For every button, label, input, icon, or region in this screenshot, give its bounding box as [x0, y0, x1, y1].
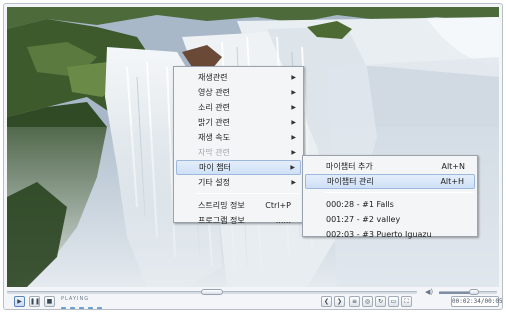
window-button[interactable]: ▭ [388, 296, 399, 307]
menu-item-program-info[interactable]: 프로그램 정보...... [176, 213, 301, 228]
volume-slider[interactable] [439, 291, 497, 294]
status-label: PLAYING [61, 296, 90, 302]
menu-item-speed[interactable]: 재생 속도 ▶ [176, 130, 301, 145]
menu-item-audio[interactable]: 소리 관련 ▶ [176, 100, 301, 115]
shortcut-label: Alt+H [440, 177, 464, 186]
repeat-icon: ↻ [377, 298, 384, 305]
chapter-submenu: 마이챕터 추가 Alt+N 마이챕터 관리 Alt+H 000:28 - #1 Fa… [302, 155, 478, 239]
menu-item-subtitle: 자막 관련 ▶ [176, 145, 301, 160]
equalizer-indicator [61, 303, 121, 309]
play-icon: ▶ [17, 298, 22, 305]
time-display: 00:02:34/00:05:03 [451, 296, 503, 307]
capture-button[interactable]: ◎ [362, 296, 373, 307]
volume-handle[interactable] [469, 289, 479, 295]
volume-icon[interactable]: ◀) [425, 288, 435, 296]
submenu-arrow-icon: ▶ [291, 119, 296, 126]
menu-item-video[interactable]: 영상 관련 ▶ [176, 85, 301, 100]
capture-icon: ◎ [364, 298, 371, 305]
menu-item-my-chapter[interactable]: 마이 챕터 ▶ [176, 160, 301, 175]
submenu-arrow-icon: ▶ [291, 74, 296, 81]
fullscreen-icon: ⛶ [404, 298, 409, 305]
menu-item-brightness[interactable]: 밝기 관련 ▶ [176, 115, 301, 130]
chapter-item[interactable]: 000:28 - #1 Falls [305, 197, 475, 212]
seek-handle[interactable] [201, 289, 223, 295]
stop-button[interactable]: ■ [44, 296, 55, 307]
prev-icon: ❮ [323, 298, 330, 305]
list-icon: ≡ [351, 298, 358, 305]
menu-item-add-chapter[interactable]: 마이챕터 추가 Alt+N [305, 159, 475, 174]
next-button[interactable]: ❯ [334, 296, 345, 307]
next-icon: ❯ [336, 298, 343, 305]
submenu-arrow-icon: ▶ [291, 104, 296, 111]
control-bar: ▶ ❚❚ ■ PLAYING ❮ ❯ ≡ ◎ ↻ ▭ ⛶ 00:02:34/00… [7, 296, 503, 309]
shortcut-label: Alt+N [441, 162, 465, 171]
menu-item-playback[interactable]: 재생관련 ▶ [176, 70, 301, 85]
stop-icon: ■ [46, 298, 53, 305]
shortcut-label: Ctrl+P [265, 201, 291, 210]
window-icon: ▭ [390, 298, 397, 305]
submenu-arrow-icon: ▶ [291, 89, 296, 96]
menu-item-other-settings[interactable]: 기타 설정 ▶ [176, 175, 301, 190]
repeat-button[interactable]: ↻ [375, 296, 386, 307]
submenu-arrow-icon: ▶ [291, 134, 296, 141]
fullscreen-button[interactable]: ⛶ [401, 296, 412, 307]
pause-icon: ❚❚ [30, 298, 41, 305]
seek-row: ◀) [7, 288, 499, 296]
play-button[interactable]: ▶ [14, 296, 25, 307]
chapter-item[interactable]: 001:27 - #2 valley [305, 212, 475, 227]
chapter-item[interactable]: 002:03 - #3 Puerto Iguazu [305, 227, 475, 242]
prev-button[interactable]: ❮ [321, 296, 332, 307]
context-menu: 재생관련 ▶ 영상 관련 ▶ 소리 관련 ▶ 밝기 관련 ▶ 재생 속도 ▶ 자막 관련 ▶… [173, 66, 304, 225]
submenu-arrow-icon: ▶ [291, 149, 296, 156]
menu-separator [325, 192, 473, 193]
playback-status: PLAYING [61, 296, 121, 309]
submenu-arrow-icon: ▶ [291, 179, 296, 186]
submenu-arrow-icon: ▶ [290, 164, 295, 171]
menu-separator [196, 193, 299, 194]
menu-item-streaming-info[interactable]: 스트리밍 정보 Ctrl+P [176, 198, 301, 213]
menu-item-manage-chapter[interactable]: 마이챕터 관리 Alt+H [305, 174, 475, 189]
pause-button[interactable]: ❚❚ [29, 296, 40, 307]
playlist-button[interactable]: ≡ [349, 296, 360, 307]
shortcut-label: ...... [275, 216, 291, 225]
